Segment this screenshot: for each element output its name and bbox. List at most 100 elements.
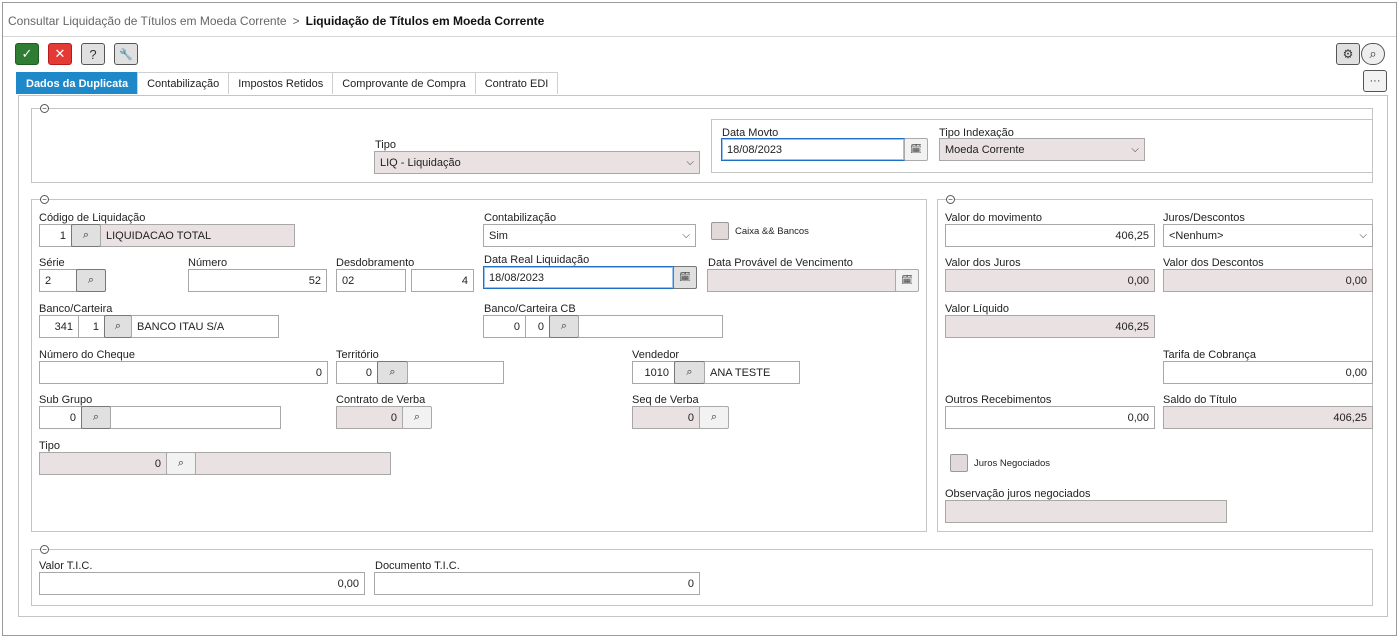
saldo-titulo-label: Saldo do Título (1163, 394, 1237, 406)
saldo-titulo-input: 406,25 (1163, 406, 1373, 429)
settings-button[interactable]: ⚙ (1336, 43, 1360, 65)
collapse-icon[interactable]: − (40, 195, 49, 204)
territorio-description (407, 361, 504, 384)
desdobramento-input[interactable]: 02 (336, 269, 406, 292)
calendar-icon: 🗓 (678, 272, 692, 283)
contrato-verba-input[interactable]: 0 (336, 406, 403, 429)
collapse-icon[interactable]: − (40, 104, 49, 113)
collapse-icon[interactable]: − (946, 195, 955, 204)
sub-grupo-input[interactable]: 0 (39, 406, 82, 429)
chevron-down-icon: ⌵ (682, 230, 690, 241)
numero-cheque-input[interactable]: 0 (39, 361, 328, 384)
more-options-button[interactable]: ··· (1363, 70, 1387, 92)
search-icon: ⌕ (686, 366, 693, 378)
tab-comprovante-compra[interactable]: Comprovante de Compra (332, 72, 476, 94)
codigo-liquidacao-lookup-button[interactable]: ⌕ (71, 224, 101, 247)
tipo-select[interactable]: LIQ - Liquidação ⌵ (374, 151, 700, 174)
seq-verba-label: Seq de Verba (632, 394, 699, 406)
observacao-juros-input[interactable] (945, 500, 1227, 523)
chevron-down-icon: ⌵ (1131, 144, 1139, 155)
help-button[interactable]: ? (81, 43, 105, 65)
valor-descontos-label: Valor dos Descontos (1163, 257, 1264, 269)
cancel-button[interactable]: ✕ (48, 43, 72, 65)
contabilizacao-select[interactable]: Sim ⌵ (483, 224, 696, 247)
documento-tic-input[interactable]: 0 (374, 572, 700, 595)
header-bar: Consultar Liquidação de Títulos em Moeda… (3, 3, 1396, 37)
search-icon: ⌕ (82, 229, 90, 241)
codigo-liquidacao-label: Código de Liquidação (39, 212, 146, 224)
data-real-liquidacao-input[interactable]: 18/08/2023 (483, 266, 674, 289)
valor-tic-input[interactable]: 0,00 (39, 572, 365, 595)
seq-verba-input[interactable]: 0 (632, 406, 700, 429)
caixa-bancos-checkbox[interactable] (711, 222, 729, 240)
valor-juros-label: Valor dos Juros (945, 257, 1021, 269)
tipo-secondary-lookup-button[interactable]: ⌕ (166, 452, 196, 475)
desdobramento-seq-input[interactable]: 4 (411, 269, 474, 292)
panel-tic: − Valor T.I.C. 0,00 Documento T.I.C. 0 (31, 545, 1373, 606)
collapse-icon[interactable]: − (40, 545, 49, 554)
close-icon: ✕ (54, 46, 66, 61)
breadcrumb-parent-link[interactable]: Consultar Liquidação de Títulos em Moeda… (8, 14, 287, 28)
observacao-juros-label: Observação juros negociados (945, 488, 1091, 500)
banco-input[interactable]: 341 (39, 315, 79, 338)
calendar-button[interactable]: 🗓 (673, 266, 697, 289)
vendedor-lookup-button[interactable]: ⌕ (674, 361, 705, 384)
contrato-verba-label: Contrato de Verba (336, 394, 426, 406)
valor-descontos-input: 0,00 (1163, 269, 1373, 292)
valor-liquido-input: 406,25 (945, 315, 1155, 338)
seq-verba-lookup-button[interactable]: ⌕ (699, 406, 729, 429)
tab-contabilizacao[interactable]: Contabilização (137, 72, 230, 94)
confirm-button[interactable]: ✓ (15, 43, 39, 65)
tipo-secondary-label: Tipo (39, 440, 60, 452)
territorio-lookup-button[interactable]: ⌕ (377, 361, 408, 384)
data-movto-input[interactable]: 18/08/2023 (721, 138, 905, 161)
banco-lookup-button[interactable]: ⌕ (104, 315, 132, 338)
search-button[interactable]: ⌕ (1361, 43, 1385, 65)
serie-input[interactable]: 2 (39, 269, 77, 292)
contrato-verba-lookup-button[interactable]: ⌕ (402, 406, 432, 429)
numero-input[interactable]: 52 (188, 269, 327, 292)
banco-cb-lookup-button[interactable]: ⌕ (549, 315, 579, 338)
panel-main: − Código de Liquidação 1 ⌕ LIQUIDACAO TO… (31, 195, 927, 532)
territorio-label: Território (336, 349, 379, 361)
banco-cb-input[interactable]: 0 (483, 315, 526, 338)
juros-descontos-label: Juros/Descontos (1163, 212, 1245, 224)
tarifa-cobranca-input[interactable]: 0,00 (1163, 361, 1373, 384)
calendar-icon: 🗓 (909, 144, 923, 155)
tools-button[interactable]: 🔧 (114, 43, 138, 65)
juros-negociados-checkbox[interactable] (950, 454, 968, 472)
tab-contrato-edi[interactable]: Contrato EDI (474, 72, 559, 94)
vendedor-description: ANA TESTE (704, 361, 800, 384)
desdobramento-label: Desdobramento (336, 257, 415, 269)
panel-data-movto: Data Movto 18/08/2023 🗓 Tipo Indexação M… (711, 119, 1373, 173)
serie-lookup-button[interactable]: ⌕ (76, 269, 106, 292)
search-icon: ⌕ (1369, 46, 1377, 61)
tipo-indexacao-select[interactable]: Moeda Corrente ⌵ (939, 138, 1145, 161)
valor-juros-input: 0,00 (945, 269, 1155, 292)
banco-carteira-cb-label: Banco/Carteira CB (484, 303, 576, 315)
carteira-input[interactable]: 1 (78, 315, 105, 338)
vendedor-input[interactable]: 1010 (632, 361, 675, 384)
tipo-label: Tipo (375, 139, 396, 151)
ellipsis-icon: ··· (1369, 75, 1381, 87)
data-provavel-vencimento-input (707, 269, 896, 292)
territorio-input[interactable]: 0 (336, 361, 378, 384)
tab-dados-duplicata[interactable]: Dados da Duplicata (16, 72, 139, 94)
outros-recebimentos-label: Outros Recebimentos (945, 394, 1052, 406)
wrench-icon: 🔧 (119, 48, 133, 61)
codigo-liquidacao-description: LIQUIDACAO TOTAL (100, 224, 295, 247)
breadcrumb: Consultar Liquidação de Títulos em Moeda… (8, 14, 544, 28)
valor-movimento-input[interactable]: 406,25 (945, 224, 1155, 247)
chevron-down-icon: ⌵ (1359, 230, 1367, 241)
outros-recebimentos-input[interactable]: 0,00 (945, 406, 1155, 429)
calendar-button[interactable]: 🗓 (895, 269, 919, 292)
calendar-button[interactable]: 🗓 (904, 138, 928, 161)
check-icon: ✓ (21, 46, 33, 61)
juros-descontos-select[interactable]: <Nenhum> ⌵ (1163, 224, 1373, 247)
sub-grupo-lookup-button[interactable]: ⌕ (81, 406, 111, 429)
tipo-secondary-input[interactable]: 0 (39, 452, 167, 475)
page-title: Liquidação de Títulos em Moeda Corrente (305, 14, 545, 28)
codigo-liquidacao-input[interactable]: 1 (39, 224, 72, 247)
tab-impostos-retidos[interactable]: Impostos Retidos (228, 72, 334, 94)
carteira-cb-input[interactable]: 0 (525, 315, 550, 338)
